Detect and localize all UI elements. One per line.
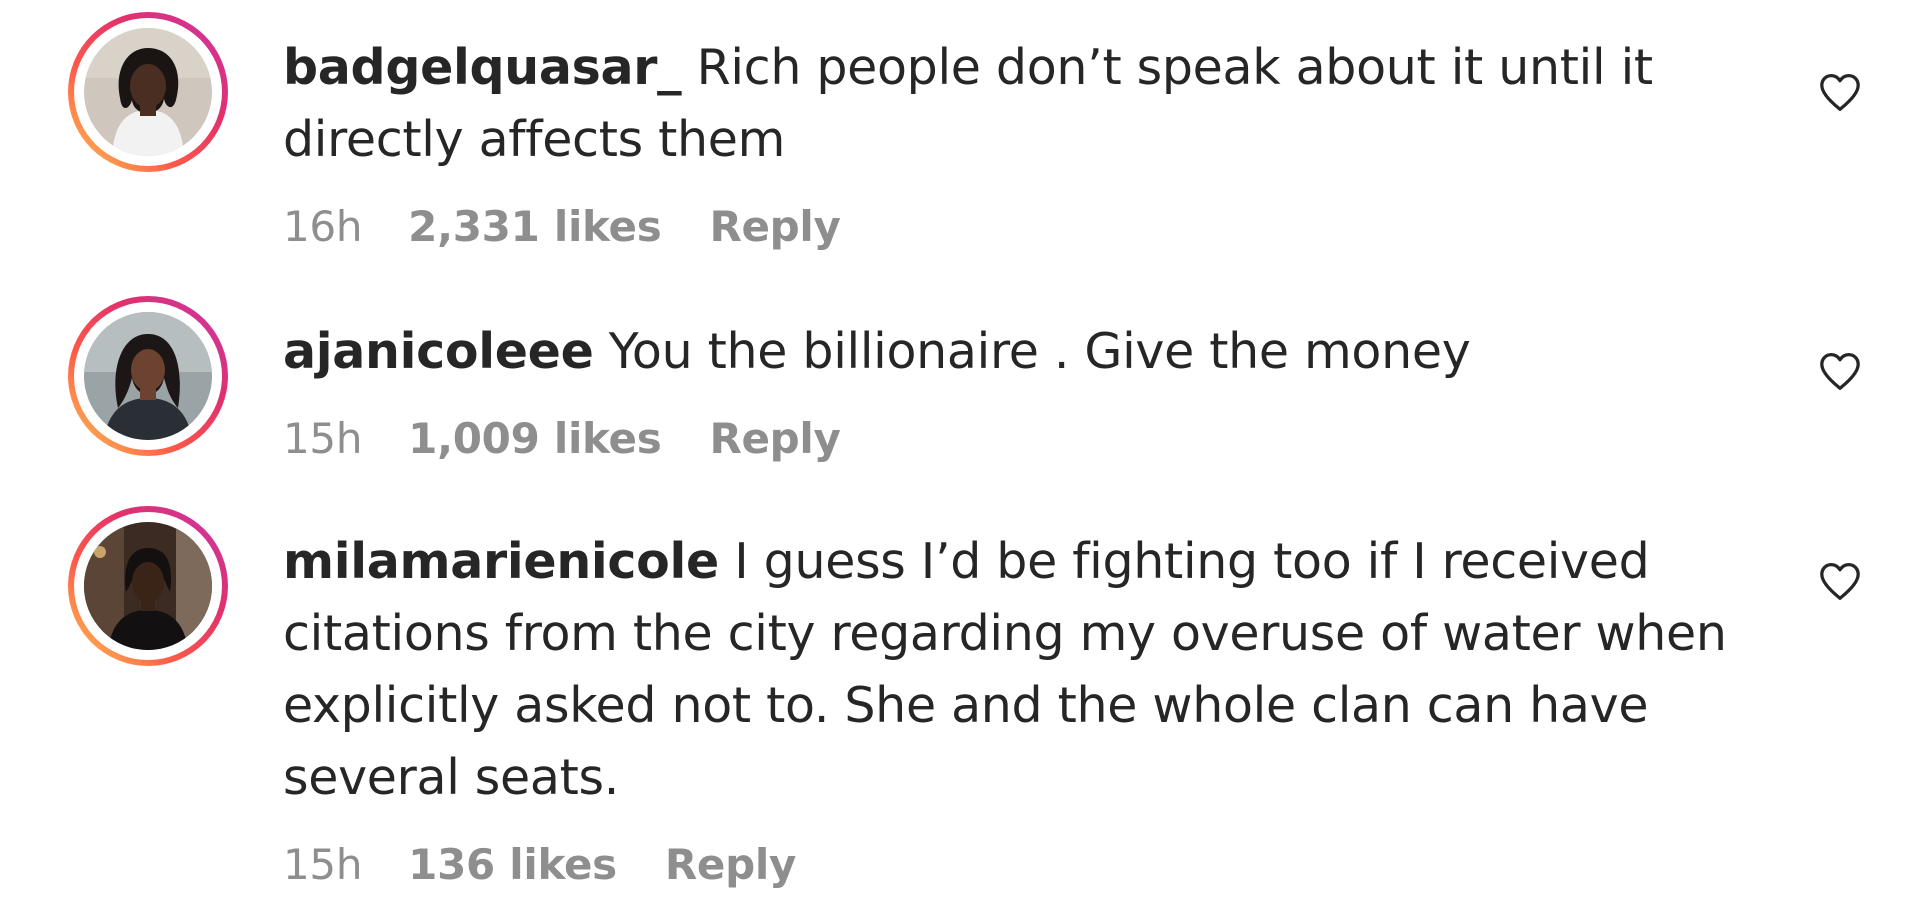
comment-meta: 15h 1,009 likes Reply (283, 414, 1743, 463)
comment-time[interactable]: 15h (283, 414, 362, 463)
avatar-story-ring[interactable] (68, 296, 228, 456)
comment-username[interactable]: milamarienicole (283, 533, 719, 590)
comment-meta: 15h 136 likes Reply (283, 840, 1743, 889)
avatar-ring-gap (74, 302, 222, 450)
comment-likes[interactable]: 136 likes (408, 840, 617, 889)
comment-username[interactable]: badgelquasar_ (283, 39, 682, 96)
avatar[interactable] (84, 28, 212, 156)
avatar-ring-gap (74, 512, 222, 660)
comment-text-block: badgelquasar_ Rich people don’t speak ab… (283, 32, 1743, 176)
reply-button[interactable]: Reply (665, 840, 796, 889)
comment-text: You the billionaire . Give the money (608, 323, 1471, 380)
comment-likes[interactable]: 1,009 likes (408, 414, 662, 463)
avatar-ring-gap (74, 18, 222, 166)
comment-body: ajanicoleee You the billionaire . Give t… (283, 316, 1743, 463)
comment-text-block: ajanicoleee You the billionaire . Give t… (283, 316, 1743, 388)
avatar[interactable] (84, 312, 212, 440)
comment-time[interactable]: 15h (283, 840, 362, 889)
heart-outline-icon[interactable] (1818, 561, 1862, 601)
reply-button[interactable]: Reply (709, 414, 840, 463)
comment-body: milamarienicole I guess I’d be fighting … (283, 526, 1743, 889)
heart-outline-icon[interactable] (1818, 72, 1862, 112)
heart-outline-icon[interactable] (1818, 351, 1862, 391)
avatar-story-ring[interactable] (68, 506, 228, 666)
comment-likes[interactable]: 2,331 likes (408, 202, 662, 251)
comment-username[interactable]: ajanicoleee (283, 323, 594, 380)
avatar[interactable] (84, 522, 212, 650)
comment-text-block: milamarienicole I guess I’d be fighting … (283, 526, 1743, 814)
reply-button[interactable]: Reply (709, 202, 840, 251)
comment-time[interactable]: 16h (283, 202, 362, 251)
comment-meta: 16h 2,331 likes Reply (283, 202, 1743, 251)
comments-list: badgelquasar_ Rich people don’t speak ab… (0, 0, 1920, 900)
comment-body: badgelquasar_ Rich people don’t speak ab… (283, 32, 1743, 251)
avatar-story-ring[interactable] (68, 12, 228, 172)
